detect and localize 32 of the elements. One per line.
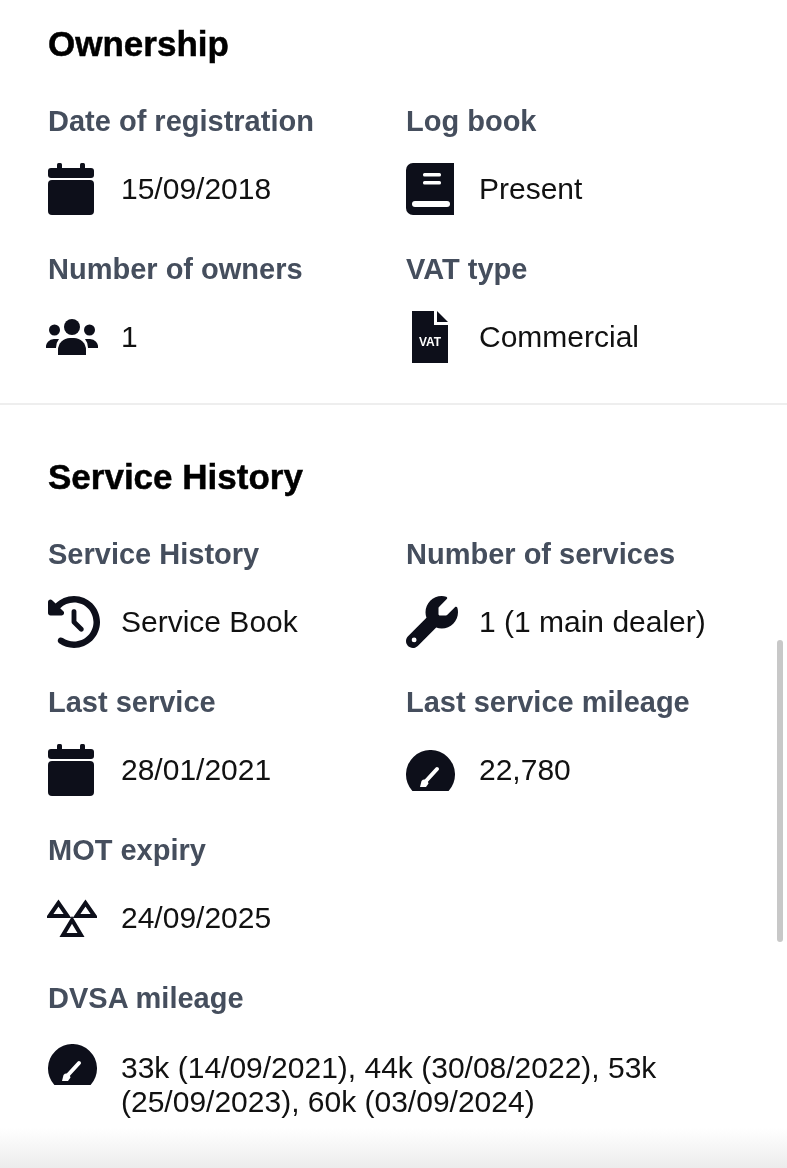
wrench-icon <box>406 596 458 648</box>
field-value: Service Book <box>121 605 298 639</box>
field-label: Number of owners <box>48 252 303 287</box>
field-value: 22,780 <box>479 753 571 787</box>
field-value: Commercial <box>479 320 640 354</box>
field-value: 28/01/2021 <box>121 753 272 787</box>
field-label: Log book <box>406 104 537 139</box>
field-value: 1 <box>121 320 138 354</box>
field-label: DVSA mileage <box>48 981 244 1016</box>
calendar-icon <box>48 163 94 215</box>
field-label: Service History <box>48 537 260 572</box>
section-heading: Ownership <box>48 23 229 65</box>
book-icon <box>406 163 454 215</box>
history-icon <box>48 596 100 648</box>
field-value: 15/09/2018 <box>121 172 272 206</box>
field-label: MOT expiry <box>48 833 206 868</box>
gauge-icon <box>48 1044 97 1085</box>
calendar-icon <box>48 744 94 796</box>
people-icon <box>46 319 98 355</box>
field-label: Number of services <box>406 537 676 572</box>
section-heading: Service History <box>48 456 303 498</box>
field-label: Date of registration <box>48 104 314 139</box>
field-label: Last service mileage <box>406 685 690 720</box>
gauge-icon <box>406 749 455 791</box>
field-value: 1 (1 main dealer) <box>479 605 706 639</box>
field-value: 33k (14/09/2021), 44k (30/08/2022), 53k (25/09/2023), 60k (03/09/2024) <box>121 1050 658 1119</box>
field-label: Last service <box>48 685 216 720</box>
field-value: 24/09/2025 <box>121 901 272 935</box>
field-label: VAT type <box>406 252 528 287</box>
document-icon: VAT <box>412 311 448 363</box>
field-value: Present <box>479 172 583 206</box>
triangles-icon <box>47 898 97 938</box>
